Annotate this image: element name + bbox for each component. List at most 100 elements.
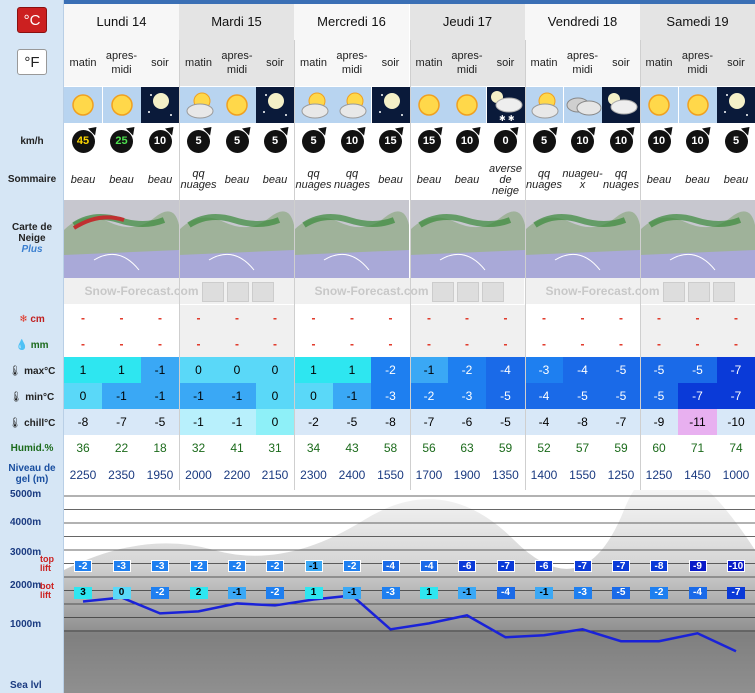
period-label[interactable]: matin	[525, 40, 563, 86]
animate-icon[interactable]	[662, 281, 685, 302]
max_c-cell[interactable]: -1	[141, 357, 179, 383]
top-lift-temp[interactable]: -1	[304, 560, 323, 572]
top-lift-temp[interactable]: -2	[343, 560, 361, 572]
chill-cell[interactable]: -9	[640, 409, 678, 435]
day-header[interactable]: Lundi 14	[64, 4, 179, 40]
summary-cell[interactable]: qq nuages	[525, 160, 563, 200]
max_c-cell[interactable]: 0	[179, 357, 218, 383]
freezing-level-cell[interactable]: 1950	[141, 462, 179, 488]
humidity-cell[interactable]: 71	[678, 435, 717, 461]
summary-cell[interactable]: qq nuages	[294, 160, 333, 200]
bottom-lift-temp[interactable]: -3	[381, 587, 400, 599]
snow-cell[interactable]: -	[102, 305, 141, 331]
summary-cell[interactable]: qq nuages	[333, 160, 371, 200]
settings-icon[interactable]	[481, 281, 504, 302]
wind-cell[interactable]: 5	[179, 123, 218, 158]
wind-cell[interactable]: 5	[717, 123, 755, 158]
max_c-cell[interactable]: 1	[64, 357, 102, 383]
humidity-cell[interactable]: 36	[64, 435, 102, 461]
weather-icon-sun[interactable]	[410, 86, 448, 124]
weather-icon-partly[interactable]	[333, 86, 371, 124]
humidity-cell[interactable]: 43	[333, 435, 371, 461]
settings-icon[interactable]	[251, 281, 274, 302]
top-lift-temp[interactable]: -9	[688, 560, 707, 572]
top-lift-temp[interactable]: -3	[151, 560, 169, 572]
wind-cell[interactable]: 10	[448, 123, 486, 158]
day-separator[interactable]	[179, 40, 180, 490]
min_c-cell[interactable]: -7	[717, 383, 755, 409]
max_c-cell[interactable]: -4	[563, 357, 602, 383]
weather-icon-snow-night[interactable]: ✱ ✱	[486, 86, 525, 124]
bottom-lift-temp[interactable]: -1	[343, 587, 361, 599]
weather-icon-moon[interactable]	[256, 86, 294, 124]
period-label[interactable]: matin	[64, 40, 102, 86]
freezing-level-cell[interactable]: 1350	[486, 462, 525, 488]
snow-map[interactable]	[294, 200, 409, 278]
wind-cell[interactable]: 10	[563, 123, 602, 158]
bottom-lift-temp[interactable]: -1	[535, 587, 553, 599]
humidity-cell[interactable]: 57	[563, 435, 602, 461]
rain-cell[interactable]: -	[448, 331, 486, 357]
humidity-cell[interactable]: 58	[371, 435, 410, 461]
humidity-cell[interactable]: 32	[179, 435, 218, 461]
day-header[interactable]: Mardi 15	[179, 4, 294, 40]
min_c-cell[interactable]: -3	[448, 383, 486, 409]
period-label[interactable]: soir	[256, 40, 294, 86]
day-header[interactable]: Jeudi 17	[410, 4, 525, 40]
min_c-cell[interactable]: -1	[102, 383, 141, 409]
min_c-cell[interactable]: -7	[678, 383, 717, 409]
rain-cell[interactable]: -	[64, 331, 102, 357]
snow-map[interactable]	[179, 200, 294, 278]
bottom-lift-temp[interactable]: -3	[573, 587, 592, 599]
period-label[interactable]: matin	[640, 40, 678, 86]
snow-map-label[interactable]: Carte de Neige Plus	[0, 222, 64, 255]
day-separator[interactable]	[410, 40, 411, 490]
bottom-lift-temp[interactable]: -1	[228, 587, 246, 599]
weather-icon-cloudy[interactable]	[563, 86, 602, 124]
summary-cell[interactable]: beau	[448, 160, 486, 200]
snow-cell[interactable]: -	[371, 305, 410, 331]
wind-cell[interactable]: 10	[678, 123, 717, 158]
min_c-cell[interactable]: -2	[410, 383, 448, 409]
bottom-lift-temp[interactable]: 2	[189, 587, 208, 599]
rain-cell[interactable]: -	[486, 331, 525, 357]
summary-cell[interactable]: qq nuages	[179, 160, 218, 200]
max_c-cell[interactable]: -5	[678, 357, 717, 383]
humidity-cell[interactable]: 18	[141, 435, 179, 461]
snow-cell[interactable]: -	[141, 305, 179, 331]
humidity-cell[interactable]: 34	[294, 435, 333, 461]
bottom-lift-temp[interactable]: -2	[650, 587, 668, 599]
snow-cell[interactable]: -	[410, 305, 448, 331]
min_c-cell[interactable]: 0	[294, 383, 333, 409]
bottom-lift-temp[interactable]: -5	[612, 587, 630, 599]
rain-cell[interactable]: -	[371, 331, 410, 357]
period-label[interactable]: soir	[717, 40, 755, 86]
summary-cell[interactable]: beau	[640, 160, 678, 200]
rain-cell[interactable]: -	[141, 331, 179, 357]
celsius-button[interactable]: °C	[17, 7, 47, 33]
freezing-level-cell[interactable]: 1450	[678, 462, 717, 488]
day-separator[interactable]	[640, 40, 641, 490]
bottom-lift-temp[interactable]: -4	[496, 587, 515, 599]
refresh-icon[interactable]	[456, 281, 479, 302]
day-separator[interactable]	[525, 40, 526, 490]
min_c-cell[interactable]: -5	[602, 383, 640, 409]
weather-icon-moon[interactable]	[717, 86, 755, 124]
bottom-lift-temp[interactable]: 1	[304, 587, 323, 599]
day-separator[interactable]	[294, 40, 295, 490]
snow-cell[interactable]: -	[525, 305, 563, 331]
max_c-cell[interactable]: 1	[333, 357, 371, 383]
max_c-cell[interactable]: -3	[525, 357, 563, 383]
summary-cell[interactable]: beau	[64, 160, 102, 200]
top-lift-temp[interactable]: -10	[727, 560, 745, 572]
period-label[interactable]: apres-midi	[563, 40, 602, 86]
snow-cell[interactable]: -	[678, 305, 717, 331]
animate-icon[interactable]	[201, 281, 224, 302]
wind-cell[interactable]: 0	[486, 123, 525, 158]
chill-cell[interactable]: -8	[64, 409, 102, 435]
summary-cell[interactable]: beau	[256, 160, 294, 200]
rain-cell[interactable]: -	[717, 331, 755, 357]
freezing-level-cell[interactable]: 2350	[102, 462, 141, 488]
snow-cell[interactable]: -	[448, 305, 486, 331]
wind-cell[interactable]: 45	[64, 123, 102, 158]
